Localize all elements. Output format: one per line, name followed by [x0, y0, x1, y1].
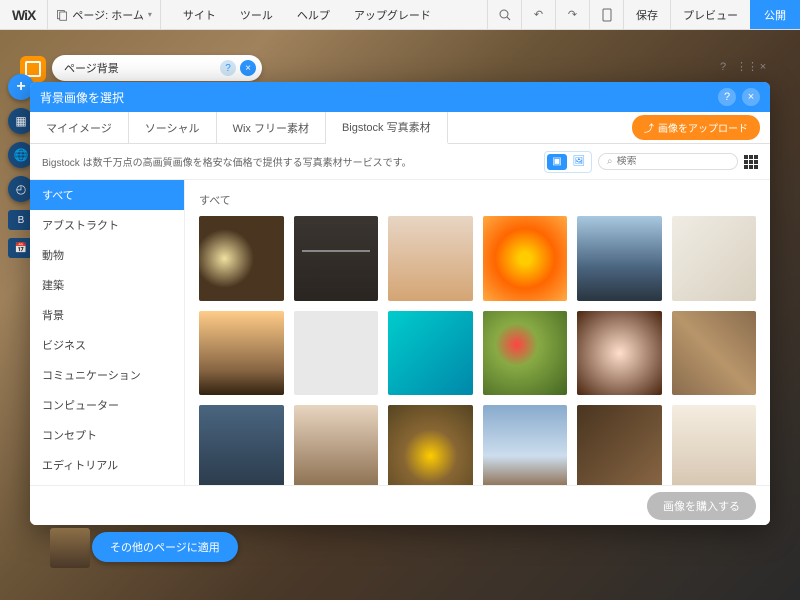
thumbnail[interactable]: [388, 405, 473, 485]
thumbnail[interactable]: [483, 311, 568, 396]
category-communication[interactable]: コミュニケーション: [30, 360, 184, 390]
preview-button[interactable]: プレビュー: [670, 0, 750, 29]
tab-wix-free[interactable]: Wix フリー素材: [217, 112, 326, 143]
category-all[interactable]: すべて: [30, 180, 184, 210]
panel-title: ページ背景: [64, 60, 119, 76]
thumbnail[interactable]: [294, 216, 379, 301]
category-editorial[interactable]: エディトリアル: [30, 450, 184, 480]
menu: サイト ツール ヘルプ アップグレード: [171, 7, 443, 23]
pages-icon: [56, 9, 68, 21]
thumbnail[interactable]: [577, 405, 662, 485]
menu-tools[interactable]: ツール: [228, 7, 285, 23]
background-panel-header: ページ背景 ? ×: [52, 55, 262, 81]
category-architecture[interactable]: 建築: [30, 270, 184, 300]
thumbnail[interactable]: [199, 216, 284, 301]
thumbnail[interactable]: [672, 405, 757, 485]
image-picker-modal: 背景画像を選択 ? × マイイメージ ソーシャル Wix フリー素材 Bigst…: [30, 82, 770, 525]
modal-body: すべて アブストラクト 動物 建築 背景 ビジネス コミュニケーション コンピュ…: [30, 180, 770, 485]
mobile-view-button[interactable]: [589, 0, 623, 29]
help-icon[interactable]: ?: [220, 60, 236, 76]
tab-social[interactable]: ソーシャル: [129, 112, 217, 143]
canvas-close-icon[interactable]: ×: [756, 61, 770, 73]
purchase-button[interactable]: 画像を購入する: [647, 492, 756, 520]
category-list: すべて アブストラクト 動物 建築 背景 ビジネス コミュニケーション コンピュ…: [30, 180, 185, 485]
save-button[interactable]: 保存: [623, 0, 670, 29]
thumbnail-grid: [199, 216, 756, 485]
top-toolbar: WiX ページ: ホーム ▾ サイト ツール ヘルプ アップグレード ↶ ↷ 保…: [0, 0, 800, 30]
category-business[interactable]: ビジネス: [30, 330, 184, 360]
modal-footer: 画像を購入する: [30, 485, 770, 525]
thumbnail[interactable]: [577, 311, 662, 396]
thumbnail[interactable]: [672, 311, 757, 396]
upload-button[interactable]: ⤴ 画像をアップロード: [632, 115, 760, 140]
category-abstract[interactable]: アブストラクト: [30, 210, 184, 240]
page-label: ページ: ホーム: [72, 7, 144, 23]
photo-filter-icon[interactable]: ▣: [547, 154, 567, 170]
category-backgrounds[interactable]: 背景: [30, 300, 184, 330]
thumbnail[interactable]: [672, 216, 757, 301]
gallery: すべて: [185, 180, 770, 485]
redo-button[interactable]: ↷: [555, 0, 589, 29]
search-input[interactable]: [617, 156, 717, 167]
current-bg-thumb[interactable]: [50, 528, 90, 568]
topbar-right: ↶ ↷ 保存 プレビュー 公開: [487, 0, 800, 29]
gallery-heading: すべて: [199, 188, 756, 216]
category-computer[interactable]: コンピューター: [30, 390, 184, 420]
thumbnail[interactable]: [483, 405, 568, 485]
menu-upgrade[interactable]: アップグレード: [342, 7, 443, 23]
thumbnail[interactable]: [388, 216, 473, 301]
source-tabs: マイイメージ ソーシャル Wix フリー素材 Bigstock 写真素材 ⤴ 画…: [30, 112, 770, 144]
drag-icon[interactable]: ⋮⋮: [736, 60, 750, 73]
search-box[interactable]: ⌕: [598, 153, 738, 170]
subbar: Bigstock は数千万点の高画質画像を格安な価格で提供する写真素材サービスで…: [30, 144, 770, 180]
category-animals[interactable]: 動物: [30, 240, 184, 270]
undo-button[interactable]: ↶: [521, 0, 555, 29]
grid-view-icon[interactable]: [744, 155, 758, 169]
modal-title: 背景画像を選択: [40, 89, 124, 106]
upload-icon: ⤴: [644, 120, 654, 135]
image-filter-icon[interactable]: 🖼: [569, 154, 589, 170]
zoom-button[interactable]: [487, 0, 521, 29]
source-description: Bigstock は数千万点の高画質画像を格安な価格で提供する写真素材サービスで…: [42, 154, 412, 169]
modal-header: 背景画像を選択 ? ×: [30, 82, 770, 112]
close-panel-icon[interactable]: ×: [240, 60, 256, 76]
category-concept[interactable]: コンセプト: [30, 420, 184, 450]
search-icon: ⌕: [607, 156, 613, 167]
thumbnail[interactable]: [294, 311, 379, 396]
thumbnail[interactable]: [483, 216, 568, 301]
wix-logo: WiX: [0, 7, 47, 23]
thumbnail[interactable]: [577, 216, 662, 301]
chevron-down-icon: ▾: [148, 10, 152, 19]
thumbnail[interactable]: [199, 405, 284, 485]
modal-close-icon[interactable]: ×: [742, 88, 760, 106]
tab-bigstock[interactable]: Bigstock 写真素材: [326, 112, 448, 144]
filter-toggle[interactable]: ▣ 🖼: [544, 151, 592, 173]
menu-site[interactable]: サイト: [171, 7, 228, 23]
menu-help[interactable]: ヘルプ: [285, 7, 342, 23]
page-selector[interactable]: ページ: ホーム ▾: [47, 0, 161, 29]
canvas-controls: ? ⋮⋮ ×: [716, 60, 770, 73]
publish-button[interactable]: 公開: [750, 0, 800, 29]
tab-my-images[interactable]: マイイメージ: [30, 112, 129, 143]
canvas-help-icon[interactable]: ?: [716, 61, 730, 73]
thumbnail[interactable]: [294, 405, 379, 485]
apply-to-pages-button[interactable]: その他のページに適用: [92, 532, 238, 562]
thumbnail[interactable]: [388, 311, 473, 396]
modal-help-icon[interactable]: ?: [718, 88, 736, 106]
thumbnail[interactable]: [199, 311, 284, 396]
